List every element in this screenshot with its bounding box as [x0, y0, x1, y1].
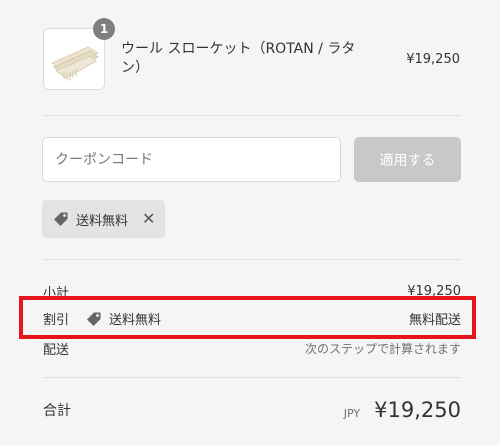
total-label: 合計 [43, 403, 71, 419]
discount-value: 無料配送 [408, 313, 461, 328]
quantity-badge: 1 [93, 18, 115, 40]
close-icon[interactable]: ✕ [142, 211, 155, 227]
applied-discount-label: 送料無料 [76, 213, 129, 229]
tag-icon [85, 310, 103, 328]
total-amount: ¥19,250 [374, 398, 461, 422]
discount-label-group: 割引 送料無料 [43, 309, 161, 328]
product-image [43, 28, 105, 90]
divider [43, 115, 461, 116]
currency-code: JPY [343, 407, 361, 420]
total-row: 合計 JPY ¥19,250 [43, 398, 461, 422]
shipping-value: 次のステップで計算されます [304, 342, 461, 356]
divider [43, 259, 461, 260]
discount-row: 割引 送料無料 無料配送 [43, 309, 461, 328]
product-name: ウール スローケット（ROTAN / ラタン） [121, 41, 356, 76]
apply-coupon-button[interactable]: 適用する [354, 137, 461, 182]
shipping-label: 配送 [43, 343, 70, 358]
product-price: ¥19,250 [406, 52, 460, 67]
product-thumbnail-wrapper: 1 [43, 18, 115, 90]
shipping-row: 配送 次のステップで計算されます [43, 339, 461, 358]
coupon-code-input[interactable] [42, 137, 341, 182]
tag-icon [52, 210, 70, 228]
total-amount-group: JPY ¥19,250 [344, 398, 461, 422]
order-summary: 1 ウール スローケット（ROTAN / ラタン） ¥19,250 適用する 送… [0, 0, 500, 445]
applied-discount-tag: 送料無料 ✕ [42, 200, 166, 238]
divider [43, 377, 461, 378]
throw-blanket-image [44, 29, 104, 89]
discount-label: 割引 [43, 313, 70, 328]
discount-code: 送料無料 [109, 313, 162, 328]
